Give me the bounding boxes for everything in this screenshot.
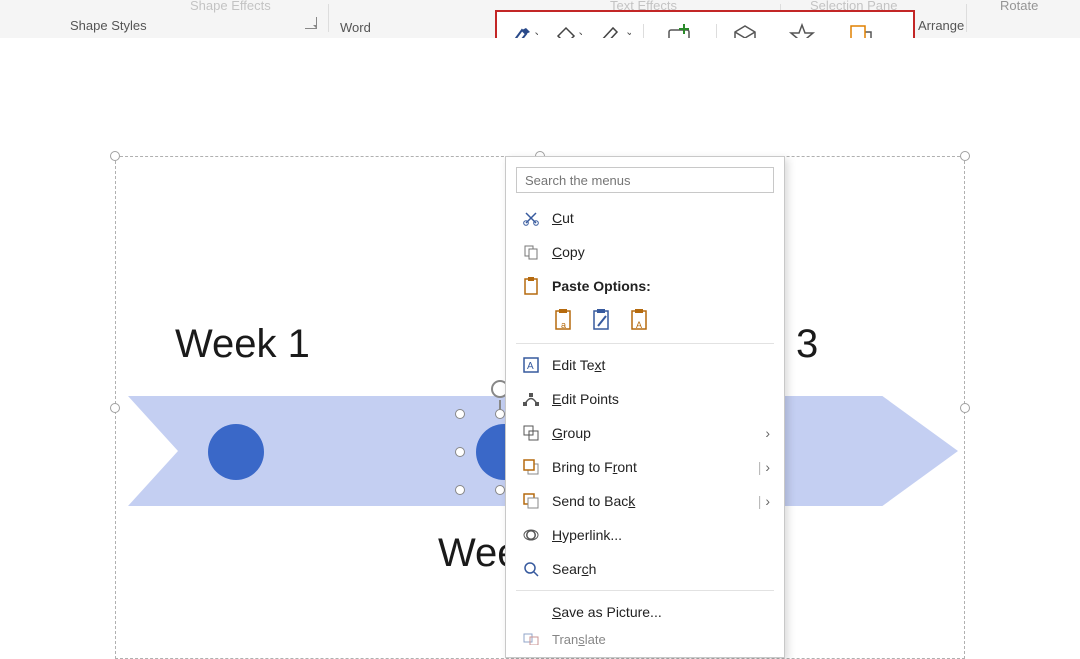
cut-icon [520,210,542,226]
resize-handle[interactable] [495,409,505,419]
svg-text:⌄: ⌄ [577,26,582,38]
edit-points-menu-item[interactable]: Edit Points [506,382,784,416]
cut-menu-item[interactable]: Cut [506,201,784,235]
submenu-arrow-icon: › [765,459,770,475]
bring-to-front-label: Bring to Front [552,459,758,475]
group-icon [520,425,542,441]
wordart-group-label: Word [340,20,371,35]
copy-icon [520,244,542,260]
menu-split-divider: | [758,459,762,475]
paste-keep-source-formatting[interactable] [590,307,616,333]
edit-points-icon [520,391,542,407]
edit-text-label: Edit Text [552,357,770,373]
translate-label: Translate [552,632,770,647]
resize-handle[interactable] [455,409,465,419]
cut-label: Cut [552,210,770,226]
search-icon [520,561,542,577]
menu-separator [516,343,774,344]
copy-menu-item[interactable]: Copy [506,235,784,269]
circle-shape[interactable] [208,424,264,480]
save-as-picture-menu-item[interactable]: Save as Picture... [506,595,784,629]
resize-handle[interactable] [960,403,970,413]
paste-picture[interactable]: A [628,307,654,333]
resize-handle[interactable] [455,447,465,457]
submenu-arrow-icon: › [765,425,770,441]
svg-text:⌄: ⌄ [625,26,631,38]
svg-text:A: A [527,361,534,372]
group-menu-item[interactable]: Group › [506,416,784,450]
paste-options-header: Paste Options: [506,269,784,303]
copy-label: Copy [552,244,770,260]
context-menu: Cut Copy Paste Options: a A [505,156,785,658]
resize-handle[interactable] [110,403,120,413]
arrange-group-label: Arrange [918,18,964,33]
resize-handle[interactable] [495,485,505,495]
send-to-back-menu-item[interactable]: Send to Back | › [506,484,784,518]
bring-to-front-menu-item[interactable]: Bring to Front | › [506,450,784,484]
week-1-label[interactable]: Week 1 [175,322,310,367]
resize-handle[interactable] [455,485,465,495]
save-as-picture-label: Save as Picture... [552,604,770,620]
menu-split-divider: | [758,493,762,509]
dialog-launcher-icon[interactable] [305,17,317,29]
paste-options-label: Paste Options: [552,278,770,294]
send-to-back-icon [520,493,542,509]
search-menus-input[interactable] [516,167,774,193]
svg-text:A: A [636,320,642,330]
edit-text-icon: A [520,357,542,373]
paste-use-destination-theme[interactable]: a [552,307,578,333]
bring-to-front-icon [520,459,542,475]
submenu-arrow-icon: › [765,493,770,509]
hyperlink-menu-item[interactable]: Hyperlink... [506,518,784,552]
edit-points-label: Edit Points [552,391,770,407]
shape-styles-group-label: Shape Styles [70,18,147,33]
rotate-label: Rotate [1000,0,1038,13]
menu-separator [516,590,774,591]
hyperlink-label: Hyperlink... [552,527,770,543]
ribbon-divider [328,4,329,32]
edit-text-menu-item[interactable]: A Edit Text [506,348,784,382]
translate-menu-item[interactable]: Translate [506,629,784,649]
group-label: Group [552,425,765,441]
shape-effects-label: Shape Effects [190,0,271,13]
resize-handle[interactable] [110,151,120,161]
svg-text:a: a [561,320,566,330]
clipboard-icon [520,277,542,295]
ribbon-divider [966,4,967,32]
translate-icon [520,633,542,645]
week-3-label[interactable]: 3 [796,322,818,367]
paste-options-row: a A [506,303,784,339]
send-to-back-label: Send to Back [552,493,758,509]
slide-canvas[interactable]: Week 1 Wee 3 Cut Copy Paste Options: a [0,38,1080,651]
search-label: Search [552,561,770,577]
svg-text:⌄: ⌄ [533,26,538,38]
resize-handle[interactable] [960,151,970,161]
hyperlink-icon [520,527,542,543]
search-menu-item[interactable]: Search [506,552,784,586]
